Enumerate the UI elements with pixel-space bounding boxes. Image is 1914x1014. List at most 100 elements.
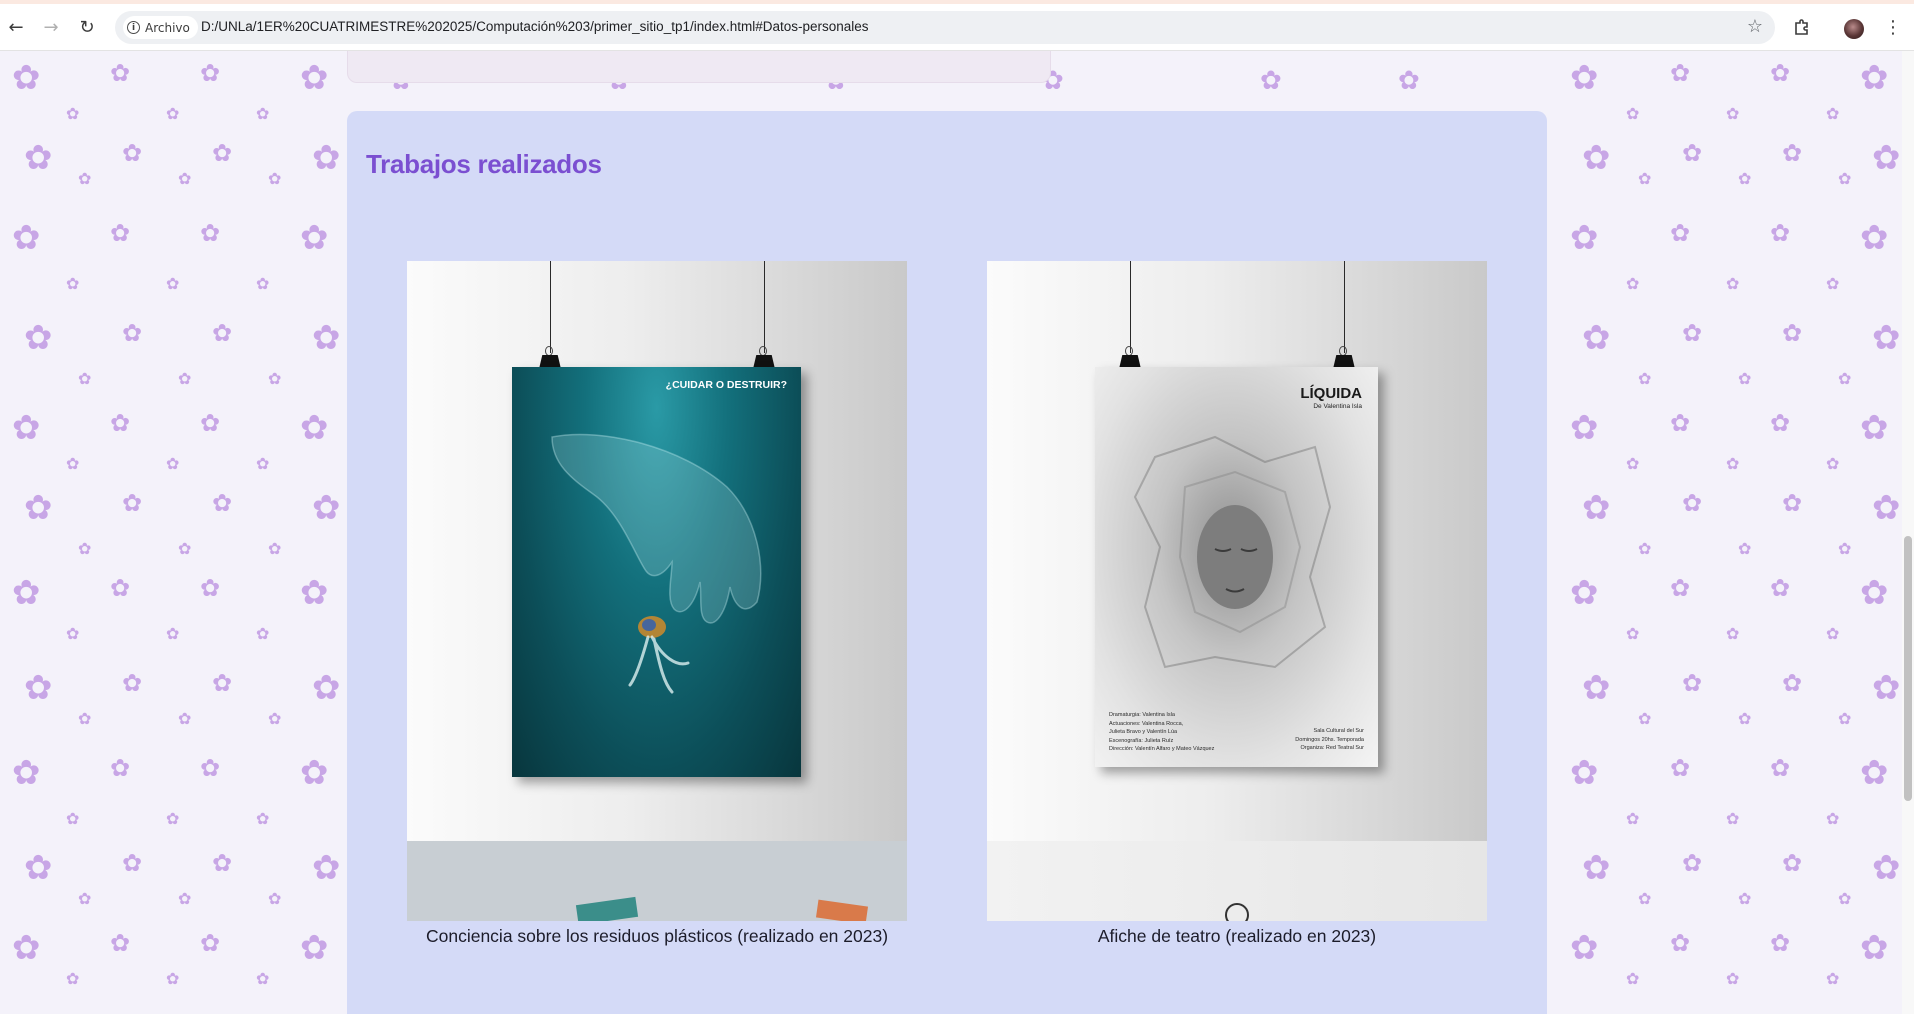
flower-decoration-icon: ✿ (1770, 59, 1791, 87)
scrollbar-thumb[interactable] (1904, 536, 1912, 801)
flower-decoration-icon: ✿ (256, 969, 270, 988)
flower-decoration-icon: ✿ (24, 668, 53, 708)
poster-credit-line: Domingos 20hs. Temporada (1295, 736, 1364, 743)
reload-icon[interactable]: ↻ (74, 14, 100, 40)
flower-decoration-icon: ✿ (1872, 848, 1901, 888)
flower-decoration-icon: ✿ (256, 274, 270, 293)
flower-decoration-icon: ✿ (1782, 489, 1803, 517)
flower-decoration-icon: ✿ (1682, 139, 1703, 167)
flower-decoration-icon: ✿ (66, 454, 80, 473)
flower-decoration-icon: ✿ (300, 58, 329, 98)
poster-credit-line: Escenografía: Julieta Ruíz (1109, 737, 1174, 744)
flower-decoration-icon: ✿ (256, 624, 270, 643)
url-text[interactable]: D:/UNLa/1ER%20CUATRIMESTRE%202025/Comput… (201, 19, 869, 34)
flower-decoration-icon: ✿ (256, 809, 270, 828)
flower-decoration-icon: ✿ (256, 104, 270, 123)
flower-decoration-icon: ✿ (1860, 573, 1889, 613)
poster-credit-line: Actuaciones: Valentina Rocca, (1109, 720, 1184, 727)
back-arrow-icon[interactable]: ← (3, 14, 29, 40)
flower-decoration-icon: ✿ (66, 274, 80, 293)
poster-mockup-wall[interactable]: ¿CUIDAR O DESTRUIR? (407, 261, 907, 887)
flower-decoration-icon: ✿ (24, 488, 53, 528)
poster-plastics: ¿CUIDAR O DESTRUIR? (512, 367, 801, 777)
previous-section-card (347, 51, 1051, 83)
flower-decoration-icon: ✿ (1872, 138, 1901, 178)
flower-decoration-icon: ✿ (1782, 849, 1803, 877)
poster-credit-line: Sala Cultural del Sur (1313, 728, 1364, 734)
flower-decoration-icon: ✿ (312, 318, 341, 358)
flower-decoration-icon: ✿ (1782, 319, 1803, 347)
flower-decoration-icon: ✿ (24, 318, 53, 358)
poster-credit-line: Julieta Bravo y Valentín Lúa (1109, 729, 1178, 735)
flower-decoration-icon: ✿ (1726, 274, 1740, 293)
poster-credit-line: Dramaturgia: Valentina Isla (1109, 712, 1175, 718)
flower-decoration-icon: ✿ (166, 454, 180, 473)
flower-decoration-icon: ✿ (1872, 668, 1901, 708)
flower-decoration-icon: ✿ (1770, 754, 1791, 782)
next-work-thumbnail[interactable] (407, 841, 907, 921)
flower-decoration-icon: ✿ (12, 928, 41, 968)
kebab-menu-icon[interactable]: ⋮ (1880, 14, 1906, 40)
puzzle-icon[interactable] (1789, 14, 1815, 40)
flower-decoration-icon: ✿ (1670, 219, 1691, 247)
site-chip-label: Archivo (145, 20, 190, 35)
forward-arrow-icon[interactable]: → (38, 14, 64, 40)
work-caption: Conciencia sobre los residuos plásticos … (425, 926, 889, 946)
flower-decoration-icon: ✿ (66, 969, 80, 988)
flower-decoration-icon: ✿ (212, 669, 233, 697)
flower-decoration-icon: ✿ (166, 104, 180, 123)
flower-decoration-icon: ✿ (24, 848, 53, 888)
flower-decoration-icon: ✿ (1738, 369, 1752, 388)
flower-decoration-icon: ✿ (110, 929, 131, 957)
flower-decoration-icon: ✿ (1826, 454, 1840, 473)
flower-decoration-icon: ✿ (178, 889, 192, 908)
flower-decoration-icon: ✿ (200, 574, 221, 602)
flower-decoration-icon: ✿ (1860, 753, 1889, 793)
flower-decoration-icon: ✿ (1570, 58, 1599, 98)
flower-decoration-icon: ✿ (1872, 488, 1901, 528)
flower-decoration-icon: ✿ (166, 809, 180, 828)
flower-decoration-icon: ✿ (1582, 848, 1611, 888)
flower-decoration-icon: ✿ (1570, 928, 1599, 968)
flower-decoration-icon: ✿ (122, 849, 143, 877)
address-bar[interactable]: i Archivo D:/UNLa/1ER%20CUATRIMESTRE%202… (115, 11, 1775, 44)
flower-decoration-icon: ✿ (200, 409, 221, 437)
poster-mockup-wall[interactable]: LÍQUIDA De Valentina Isla Dramaturgia: V… (987, 261, 1487, 887)
flower-decoration-icon: ✿ (1738, 169, 1752, 188)
flower-decoration-icon: ✿ (166, 969, 180, 988)
flower-decoration-icon: ✿ (268, 539, 282, 558)
poster-credit-line: Organiza: Red Teatral Sur (1300, 745, 1365, 751)
flower-decoration-icon: ✿ (1726, 809, 1740, 828)
hanging-wire (764, 261, 765, 353)
flower-decoration-icon: ✿ (1860, 928, 1889, 968)
page-viewport: ✿ ✿ ✿ ✿ ✿ ✿ ✿ ✿ ✿ ✿ ✿ ✿ ✿ ✿ ✿ ✿ ✿ ✿ ✿ ✿ ✿ ✿ ✿ ✿ ✿ ✿ ✿ ✿ ✿ ✿ ✿ ✿ ✿ ✿ ✿ ✿ ✿ ✿ ✿ ✿… (0, 51, 1902, 1014)
flower-decoration-icon: ✿ (1626, 454, 1640, 473)
flower-decoration-icon: ✿ (1670, 929, 1691, 957)
flower-decoration-icon: ✿ (1260, 66, 1282, 96)
flower-decoration-icon: ✿ (1826, 809, 1840, 828)
flower-decoration-icon: ✿ (66, 809, 80, 828)
flower-decoration-icon: ✿ (110, 219, 131, 247)
profile-avatar[interactable] (1844, 19, 1864, 39)
flower-decoration-icon: ✿ (1826, 104, 1840, 123)
site-info-chip[interactable]: i Archivo (123, 16, 198, 39)
flower-decoration-icon: ✿ (1860, 408, 1889, 448)
star-icon[interactable]: ☆ (1747, 16, 1763, 37)
flower-decoration-icon: ✿ (178, 369, 192, 388)
next-work-thumbnail[interactable] (987, 841, 1487, 921)
flower-decoration-icon: ✿ (122, 489, 143, 517)
flower-decoration-icon: ✿ (110, 754, 131, 782)
flower-decoration-icon: ✿ (1638, 889, 1652, 908)
flower-decoration-icon: ✿ (1582, 318, 1611, 358)
flower-decoration-icon: ✿ (1860, 218, 1889, 258)
flower-decoration-icon: ✿ (1582, 138, 1611, 178)
vertical-scrollbar[interactable] (1902, 51, 1914, 1014)
works-section: Trabajos realizados ¿CUIDAR O DESTRUIR? (347, 111, 1547, 1014)
flower-decoration-icon: ✿ (178, 709, 192, 728)
flower-decoration-icon: ✿ (122, 669, 143, 697)
flower-decoration-icon: ✿ (312, 138, 341, 178)
flower-decoration-icon: ✿ (256, 454, 270, 473)
flower-decoration-icon: ✿ (1872, 318, 1901, 358)
flower-decoration-icon: ✿ (66, 624, 80, 643)
flower-decoration-icon: ✿ (122, 139, 143, 167)
